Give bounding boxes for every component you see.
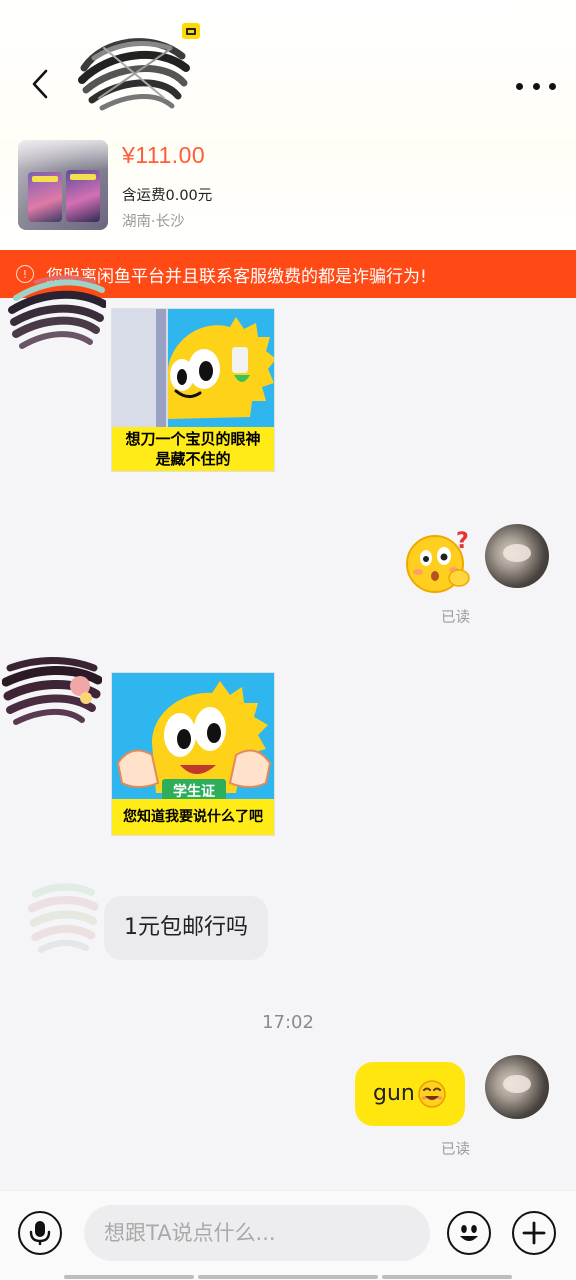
student-id-badge: 学生证 — [173, 783, 215, 800]
product-thumbnail[interactable] — [18, 140, 108, 230]
more-button[interactable] — [516, 72, 556, 100]
read-status: 已读 — [441, 610, 470, 626]
sender-avatar[interactable] — [16, 876, 116, 966]
message-bubble-received[interactable]: 1元包邮行吗 — [104, 896, 268, 960]
timestamp: 17:02 — [262, 1012, 314, 1033]
sticker-caption: 想刀一个宝贝的眼神 是藏不住的 — [112, 427, 274, 471]
plus-button[interactable] — [512, 1211, 556, 1255]
my-avatar[interactable] — [485, 524, 549, 588]
sticker-message[interactable]: 想刀一个宝贝的眼神 是藏不住的 — [111, 308, 275, 472]
emoji-button[interactable] — [447, 1211, 491, 1255]
product-price: ¥111.00 — [122, 142, 206, 168]
back-button[interactable] — [22, 66, 58, 102]
more-dots-icon — [516, 82, 523, 90]
sticker-caption: 您知道我要说什么了吧 — [112, 799, 274, 835]
chat-header: ¥111.00 含运费0.00元 湖南·长沙 — [0, 0, 576, 250]
home-indicator — [382, 1275, 512, 1279]
message-text: 1元包邮行吗 — [124, 915, 248, 940]
message-text: gun — [373, 1081, 415, 1106]
input-bar — [0, 1190, 576, 1280]
sender-avatar[interactable] — [2, 650, 102, 740]
voice-button[interactable] — [18, 1211, 62, 1255]
shipping-fee: 含运费0.00元 — [122, 188, 213, 204]
confused-emoji-message[interactable]: ? — [404, 528, 474, 594]
read-status: 已读 — [441, 1142, 470, 1158]
sticker-message[interactable]: 学生证 您知道我要说什么了吧 — [111, 672, 275, 836]
chevron-left-icon — [32, 69, 48, 99]
product-card[interactable]: ¥111.00 含运费0.00元 湖南·长沙 — [18, 140, 558, 232]
svg-text:?: ? — [456, 529, 469, 554]
home-indicator — [64, 1275, 194, 1279]
emoji-icon — [460, 1225, 478, 1241]
message-input[interactable] — [84, 1205, 430, 1261]
product-location: 湖南·长沙 — [122, 214, 185, 230]
microphone-icon — [29, 1221, 51, 1245]
sender-avatar[interactable] — [6, 268, 106, 358]
home-indicator — [198, 1275, 378, 1279]
message-bubble-sent[interactable]: gun — [355, 1062, 465, 1126]
my-avatar[interactable] — [485, 1055, 549, 1119]
badge-icon — [182, 23, 200, 39]
contact-avatar[interactable] — [74, 28, 192, 116]
grin-emoji-icon — [418, 1080, 446, 1108]
plus-icon — [522, 1221, 546, 1245]
